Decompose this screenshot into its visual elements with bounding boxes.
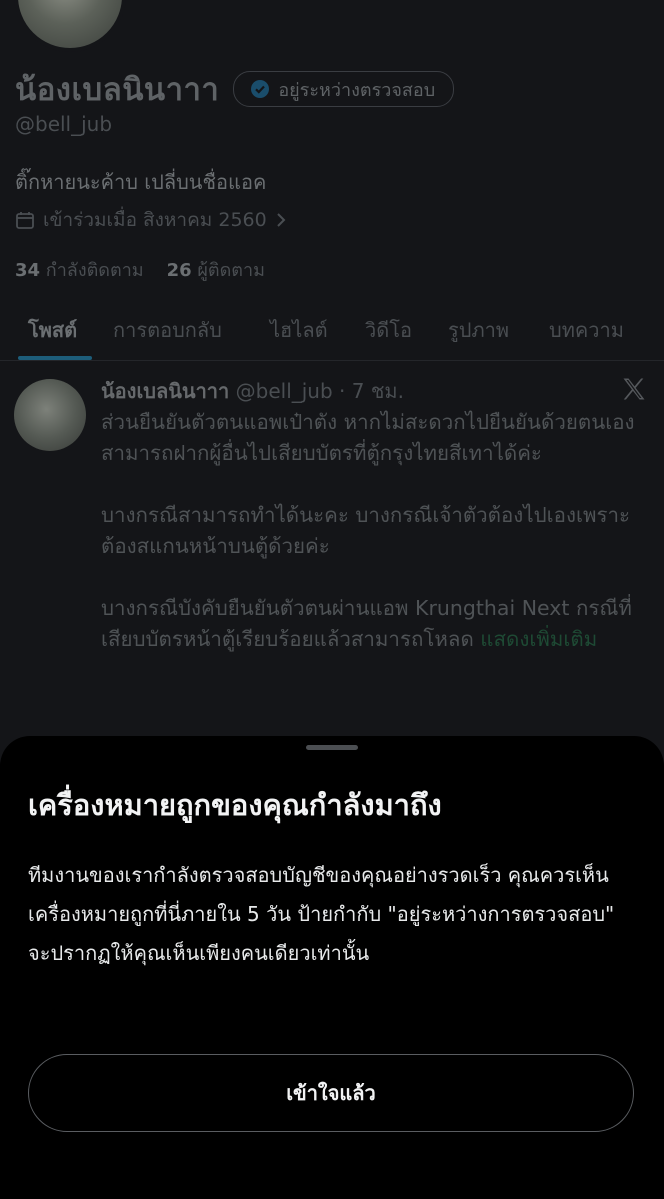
got-it-button[interactable]: เข้าใจแล้ว (28, 1054, 634, 1132)
profile-name: น้องเบลนินาาา (15, 72, 220, 108)
bottom-sheet: เครื่องหมายถูกของคุณกำลังมาถึง ทีมงานของ… (0, 736, 664, 1199)
tab-highlights[interactable]: ไฮไลต์ (270, 314, 328, 346)
followers-stat[interactable]: 26 ผู้ติดตาม (167, 260, 265, 281)
post-author[interactable]: น้องเบลนินาาา (101, 379, 229, 403)
calendar-icon (16, 212, 34, 229)
profile-joined-date[interactable]: เข้าร่วมเมื่อ สิงหาคม 2560 (15, 205, 295, 235)
sheet-description: ทีมงานของเรากำลังตรวจสอบบัญชีของคุณอย่าง… (28, 863, 615, 965)
joined-label: เข้าร่วมเมื่อ สิงหาคม 2560 (43, 209, 267, 231)
sheet-grabber[interactable] (306, 745, 358, 750)
active-tab-indicator (18, 356, 92, 360)
verification-badge-label: อยู่ระหว่างตรวจสอบ (278, 79, 436, 101)
followers-label: ผู้ติดตาม (197, 260, 265, 281)
following-label: กำลังติดตาม (45, 260, 144, 281)
tab-replies[interactable]: การตอบกลับ (113, 314, 222, 346)
tab-posts[interactable]: โพสต์ (28, 314, 77, 346)
post-paragraph: บางกรณีสามารถทำได้นะคะ บางกรณีเจ้าตัวต้อ… (101, 503, 631, 558)
avatar[interactable] (14, 0, 126, 52)
following-count: 34 (15, 260, 41, 281)
profile-tabs: โพสต์ การตอบกลับ ไฮไลต์ วิดีโอ รูปภาพ บท… (0, 308, 664, 361)
post-header: น้องเบลนินาาา @bell_jub · 7 ชม. (101, 375, 404, 407)
verification-status-badge[interactable]: อยู่ระหว่างตรวจสอบ (233, 71, 455, 107)
profile-handle: @bell_jub (15, 112, 113, 136)
x-logo-icon (623, 378, 645, 400)
post-paragraph: บางกรณีบังคับยืนยันตัวตนผ่านแอพ Krungtha… (101, 593, 641, 655)
post-avatar[interactable] (14, 379, 86, 451)
sheet-title: เครื่องหมายถูกของคุณกำลังมาถึง (28, 788, 442, 822)
post-text: ส่วนยืนยันตัวตนแอพเป๋าตัง หากไม่สะดวกไปย… (101, 407, 641, 655)
tab-photos[interactable]: รูปภาพ (448, 314, 509, 346)
profile-bio: ติ๊กหายนะค้าบ เปลี่บนชื่อแอค (15, 170, 267, 194)
verified-check-icon (251, 80, 270, 98)
following-stat[interactable]: 34 กำลังติดตาม (15, 260, 144, 281)
post-meta: @bell_jub · 7 ชม. (235, 379, 404, 403)
tab-videos[interactable]: วิดีโอ (365, 314, 412, 346)
post-paragraph: ส่วนยืนยันตัวตนแอพเป๋าตัง หากไม่สะดวกไปย… (101, 410, 635, 465)
profile-name-row: น้องเบลนินาาา อยู่ระหว่างตรวจสอบ (15, 64, 455, 114)
chevron-right-icon (277, 213, 286, 227)
followers-count: 26 (166, 260, 192, 281)
show-more-link[interactable]: แสดงเพิ่มเติม (480, 627, 597, 651)
follow-stats: 34 กำลังติดตาม 26 ผู้ติดตาม (15, 255, 265, 284)
tab-articles[interactable]: บทความ (549, 314, 624, 346)
